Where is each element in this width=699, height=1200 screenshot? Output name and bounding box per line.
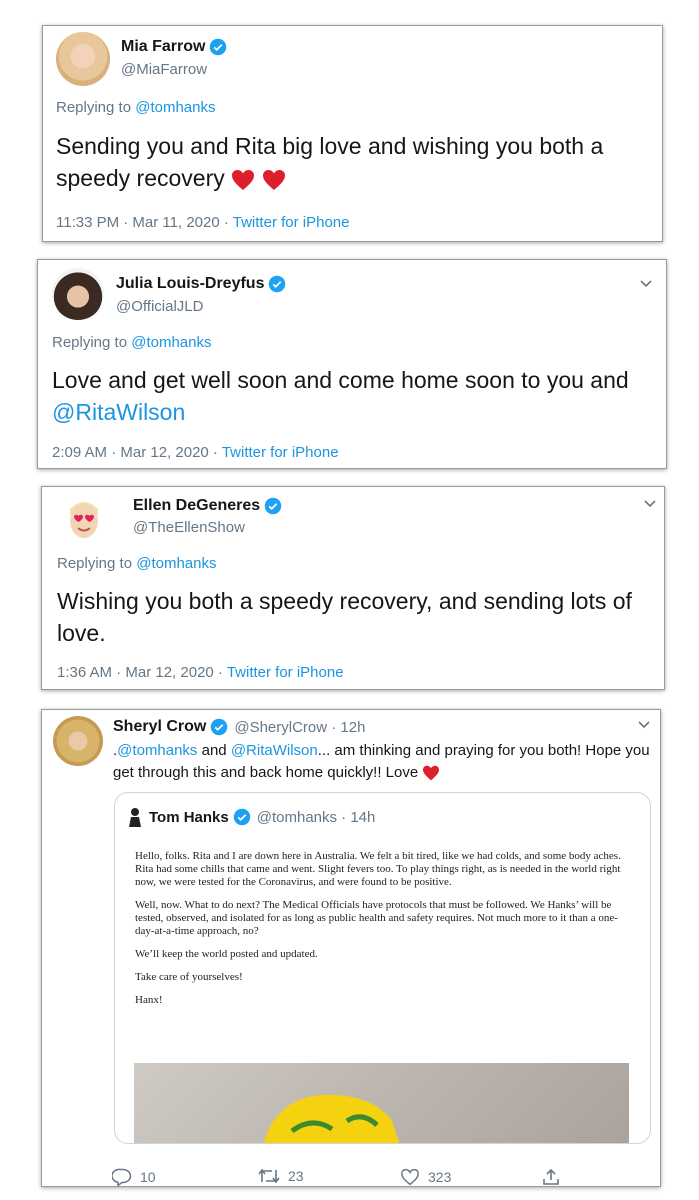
like-heart-icon bbox=[401, 1168, 419, 1186]
tweet-timestamp[interactable]: 11:33 PM · Mar 11, 2020 · Twitter for iP… bbox=[56, 214, 349, 231]
mention-link[interactable]: @tomhanks bbox=[117, 742, 197, 759]
user-handle[interactable]: @MiaFarrow bbox=[121, 61, 207, 78]
statement-image-text: Hello, folks. Rita and I are down here i… bbox=[135, 850, 635, 1017]
verified-badge-icon bbox=[264, 497, 282, 515]
avatar[interactable] bbox=[56, 32, 110, 86]
replying-to: Replying to @tomhanks bbox=[52, 334, 212, 351]
verified-badge-icon bbox=[233, 808, 250, 826]
chevron-down-icon[interactable] bbox=[639, 279, 653, 289]
tweet-source[interactable]: Twitter for iPhone bbox=[233, 214, 350, 231]
tweet-text: Love and get well soon and come home soo… bbox=[52, 367, 629, 425]
reply-count: 10 bbox=[140, 1169, 156, 1185]
tweet-card-mia-farrow[interactable]: Mia Farrow @MiaFarrow Replying to @tomha… bbox=[42, 25, 663, 242]
reply-mention-link[interactable]: @tomhanks bbox=[136, 555, 216, 572]
verified-badge-icon bbox=[269, 275, 286, 293]
tweet-source[interactable]: Twitter for iPhone bbox=[227, 664, 344, 681]
tweet-timestamp[interactable]: 2:09 AM · Mar 12, 2020 · Twitter for iPh… bbox=[52, 444, 339, 461]
quoted-tweet[interactable]: Tom Hanks @tomhanks · 14h Hello, folks. … bbox=[114, 792, 651, 1144]
tweet-text: Sending you and Rita big love and wishin… bbox=[56, 133, 604, 191]
heart-eyes-face-icon bbox=[70, 502, 98, 538]
avatar[interactable] bbox=[53, 716, 103, 766]
tweet-card-ellen-degeneres[interactable]: Ellen DeGeneres @TheEllenShow Replying t… bbox=[41, 486, 665, 690]
user-handle-time[interactable]: @SherylCrow · 12h bbox=[234, 719, 365, 736]
mention-link[interactable]: @RitaWilson bbox=[52, 399, 185, 425]
user-handle[interactable]: @TheEllenShow bbox=[133, 519, 245, 536]
reply-icon bbox=[112, 1168, 132, 1186]
mention-link[interactable]: @RitaWilson bbox=[231, 742, 318, 759]
retweet-icon bbox=[258, 1168, 280, 1184]
heart-emoji-icon bbox=[232, 169, 255, 190]
tweet-text: Wishing you both a speedy recovery, and … bbox=[57, 588, 632, 646]
statement-paragraph: Well, now. What to do next? The Medical … bbox=[135, 899, 618, 937]
statement-paragraph: Take care of yourselves! bbox=[135, 971, 243, 983]
avatar[interactable] bbox=[52, 268, 104, 320]
retweet-action[interactable]: 23 bbox=[258, 1168, 304, 1184]
tweet-source[interactable]: Twitter for iPhone bbox=[222, 444, 339, 461]
reply-mention-link[interactable]: @tomhanks bbox=[135, 99, 215, 116]
verified-badge-icon bbox=[210, 38, 227, 56]
quoted-handle-time[interactable]: @tomhanks · 14h bbox=[257, 809, 376, 826]
verified-badge-icon bbox=[211, 718, 228, 736]
avatar[interactable] bbox=[58, 493, 110, 545]
user-handle[interactable]: @OfficialJLD bbox=[116, 298, 203, 315]
replying-to: Replying to @tomhanks bbox=[57, 555, 217, 572]
replying-to: Replying to @tomhanks bbox=[56, 99, 216, 116]
tweet-card-sheryl-crow[interactable]: Sheryl Crow @SherylCrow · 12h .@tomhanks… bbox=[41, 709, 661, 1187]
display-name[interactable]: Sheryl Crow bbox=[113, 718, 206, 736]
heart-emoji-icon bbox=[262, 169, 285, 190]
reply-action[interactable]: 10 bbox=[112, 1168, 156, 1186]
avatar[interactable] bbox=[127, 807, 143, 827]
like-count: 323 bbox=[428, 1169, 452, 1185]
display-name[interactable]: Ellen DeGeneres bbox=[133, 497, 260, 515]
like-action[interactable]: 323 bbox=[400, 1168, 451, 1186]
heart-emoji-icon bbox=[423, 765, 440, 781]
tweet-timestamp[interactable]: 1:36 AM · Mar 12, 2020 · Twitter for iPh… bbox=[57, 664, 344, 681]
chevron-down-icon[interactable] bbox=[643, 499, 657, 509]
reply-mention-link[interactable]: @tomhanks bbox=[131, 334, 211, 351]
attached-photo[interactable] bbox=[134, 1063, 629, 1143]
tweet-card-julia-louis-dreyfus[interactable]: Julia Louis-Dreyfus @OfficialJLD Replyin… bbox=[37, 259, 667, 469]
share-action[interactable] bbox=[542, 1168, 568, 1186]
quoted-display-name[interactable]: Tom Hanks bbox=[149, 809, 229, 826]
statement-paragraph: Hanx! bbox=[135, 994, 163, 1006]
share-icon bbox=[543, 1168, 559, 1185]
display-name[interactable]: Mia Farrow bbox=[121, 38, 205, 56]
statement-paragraph: Hello, folks. Rita and I are down here i… bbox=[135, 850, 621, 888]
display-name[interactable]: Julia Louis-Dreyfus bbox=[116, 275, 264, 293]
yellow-bag-icon bbox=[263, 1094, 400, 1143]
retweet-count: 23 bbox=[288, 1168, 304, 1184]
chevron-down-icon[interactable] bbox=[637, 720, 651, 730]
statement-paragraph: We’ll keep the world posted and updated. bbox=[135, 948, 318, 960]
tweet-text: .@tomhanks and @RitaWilson... am thinkin… bbox=[113, 742, 650, 781]
